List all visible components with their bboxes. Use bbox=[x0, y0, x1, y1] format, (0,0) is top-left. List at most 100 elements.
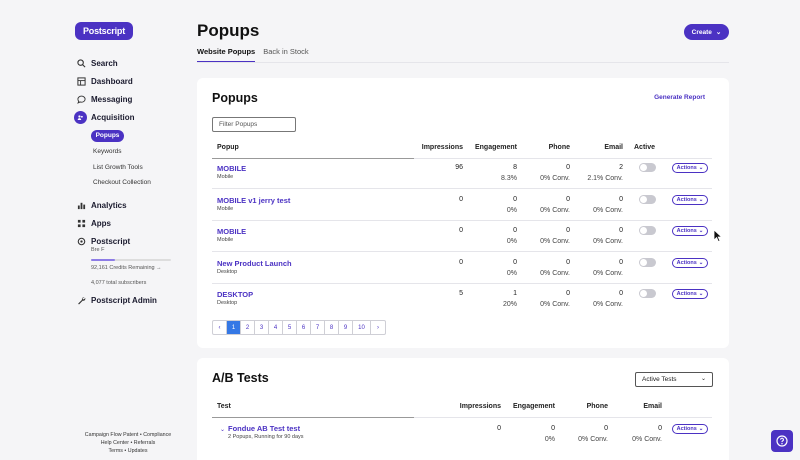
email-conversion: 0% Conv. bbox=[593, 269, 623, 277]
mouse-cursor-icon bbox=[713, 229, 723, 243]
active-toggle[interactable] bbox=[639, 163, 656, 172]
email-conversion: 0% Conv. bbox=[593, 301, 623, 308]
tab-back-in-stock[interactable]: Back in Stock bbox=[263, 47, 308, 63]
engagement-value: 0 0% bbox=[507, 259, 517, 277]
sidebar-item-messaging[interactable]: Messaging bbox=[76, 92, 132, 106]
sidebar-item-acquisition[interactable]: Acquisition bbox=[74, 110, 135, 124]
credits-remaining-link[interactable]: 92,161 Credits Remaining → bbox=[91, 265, 162, 271]
expand-chevron-icon[interactable]: ⌄ bbox=[220, 426, 225, 433]
phone-conversion: 0% Conv. bbox=[540, 269, 570, 277]
sidebar-subitem-keywords[interactable]: Keywords bbox=[93, 148, 122, 155]
actions-button[interactable]: Actions ⌄ bbox=[672, 194, 708, 205]
column-header-impressions[interactable]: Impressions bbox=[460, 403, 501, 410]
ab-tests-filter-select[interactable]: Active Tests ⌄ bbox=[635, 372, 713, 387]
impressions-count: 5 bbox=[459, 290, 463, 297]
pagination-page-6[interactable]: 6 bbox=[297, 321, 311, 334]
phone-conversion: 0% Conv. bbox=[540, 206, 570, 214]
footer-link-referrals[interactable]: Referrals bbox=[134, 440, 156, 446]
popup-name[interactable]: New Product Launch bbox=[217, 259, 292, 268]
popup-name[interactable]: MOBILE bbox=[217, 227, 246, 236]
footer-link-compliance[interactable]: Compliance bbox=[143, 432, 171, 438]
pagination-page-8[interactable]: 8 bbox=[325, 321, 339, 334]
sidebar-item-search[interactable]: Search bbox=[76, 56, 118, 70]
phone-value: 0 0% Conv. bbox=[578, 425, 608, 443]
phone-value: 0 0% Conv. bbox=[540, 164, 570, 182]
engagement-value: 0 0% bbox=[507, 227, 517, 245]
pagination-page-3[interactable]: 3 bbox=[255, 321, 269, 334]
footer-link-updates[interactable]: Updates bbox=[128, 448, 148, 454]
page-tabs: Website Popups Back in Stock bbox=[197, 47, 309, 63]
actions-button[interactable]: Actions ⌄ bbox=[672, 424, 708, 434]
email-count: 0 bbox=[619, 227, 623, 234]
tab-website-popups[interactable]: Website Popups bbox=[197, 47, 256, 63]
actions-button[interactable]: Actions ⌄ bbox=[672, 289, 708, 299]
pagination-prev[interactable]: ‹ bbox=[213, 321, 227, 334]
column-header-email[interactable]: Email bbox=[604, 144, 623, 151]
sidebar-item-apps[interactable]: Apps bbox=[76, 216, 111, 230]
pagination-page-7[interactable]: 7 bbox=[311, 321, 325, 334]
active-toggle[interactable] bbox=[639, 226, 656, 235]
actions-button[interactable]: Actions ⌄ bbox=[672, 257, 708, 268]
footer-links-row-1: Campaign Flow Patent • Compliance bbox=[75, 432, 181, 438]
column-header-test[interactable]: Test bbox=[217, 403, 231, 410]
sidebar-item-postscript-admin[interactable]: Postscript Admin bbox=[76, 293, 157, 307]
pagination-page-1[interactable]: 1 bbox=[227, 321, 241, 334]
column-header-engagement[interactable]: Engagement bbox=[513, 403, 555, 410]
phone-count: 0 bbox=[566, 164, 570, 171]
email-value: 2 2.1% Conv. bbox=[587, 164, 623, 182]
ab-test-name[interactable]: Fondue AB Test test bbox=[228, 424, 300, 433]
engagement-rate: 8.3% bbox=[501, 175, 517, 182]
phone-value: 0 0% Conv. bbox=[540, 290, 570, 308]
email-value: 0 0% Conv. bbox=[593, 290, 623, 308]
pagination-next[interactable]: › bbox=[371, 321, 385, 334]
phone-value: 0 0% Conv. bbox=[540, 196, 570, 214]
column-header-engagement[interactable]: Engagement bbox=[475, 144, 517, 151]
active-toggle[interactable] bbox=[639, 257, 656, 267]
pagination-page-4[interactable]: 4 bbox=[269, 321, 283, 334]
column-header-popup[interactable]: Popup bbox=[217, 144, 239, 151]
help-button[interactable] bbox=[771, 430, 793, 452]
column-header-impressions[interactable]: Impressions bbox=[422, 144, 463, 151]
active-toggle[interactable] bbox=[639, 194, 656, 204]
apps-icon bbox=[76, 218, 86, 228]
sidebar-subitem-list-growth-tools[interactable]: List Growth Tools bbox=[93, 164, 143, 171]
header-divider bbox=[212, 417, 414, 418]
footer-links-row-3: Terms • Updates bbox=[75, 448, 181, 454]
sidebar-item-dashboard[interactable]: Dashboard bbox=[76, 74, 133, 88]
column-header-email[interactable]: Email bbox=[643, 403, 662, 410]
footer-link-help-center[interactable]: Help Center bbox=[101, 440, 129, 446]
create-button-label: Create bbox=[691, 28, 712, 36]
filter-popups-input[interactable]: Filter Popups bbox=[212, 117, 296, 132]
email-conversion: 2.1% Conv. bbox=[587, 175, 623, 182]
footer-link-terms[interactable]: Terms bbox=[109, 448, 123, 454]
subscriber-count: 4,077 total subscribers bbox=[91, 280, 147, 286]
sidebar-subitem-checkout-collection[interactable]: Checkout Collection bbox=[93, 179, 151, 186]
pagination-page-2[interactable]: 2 bbox=[241, 321, 255, 334]
pagination-page-9[interactable]: 9 bbox=[339, 321, 353, 334]
create-button[interactable]: Create ⌄ bbox=[684, 24, 729, 40]
column-header-active[interactable]: Active bbox=[634, 144, 655, 151]
actions-button[interactable]: Actions ⌄ bbox=[672, 163, 708, 173]
pagination-page-10[interactable]: 10 bbox=[353, 321, 371, 334]
help-icon bbox=[776, 435, 788, 447]
popup-name[interactable]: MOBILE v1 jerry test bbox=[217, 196, 290, 205]
acquisition-icon bbox=[74, 110, 87, 124]
phone-conversion: 0% Conv. bbox=[540, 301, 570, 308]
chevron-down-icon: ⌄ bbox=[698, 165, 704, 171]
engagement-value: 0 0% bbox=[507, 196, 517, 214]
column-header-phone[interactable]: Phone bbox=[587, 403, 608, 410]
sidebar-item-analytics[interactable]: Analytics bbox=[76, 198, 127, 212]
email-count: 0 bbox=[658, 425, 662, 432]
popup-name[interactable]: DESKTOP bbox=[217, 290, 253, 299]
sidebar-subitem-popups[interactable]: Popups bbox=[91, 130, 124, 142]
footer-link-campaign-flow-patent[interactable]: Campaign Flow Patent bbox=[85, 432, 139, 438]
popup-name[interactable]: MOBILE bbox=[217, 164, 246, 173]
pagination-page-5[interactable]: 5 bbox=[283, 321, 297, 334]
column-header-phone[interactable]: Phone bbox=[549, 144, 570, 151]
sidebar-item-postscript[interactable]: Postscript bbox=[76, 234, 130, 248]
credits-progress-fill bbox=[91, 259, 115, 261]
generate-report-link[interactable]: Generate Report bbox=[654, 94, 705, 101]
actions-button[interactable]: Actions ⌄ bbox=[672, 226, 708, 236]
active-toggle[interactable] bbox=[639, 289, 656, 298]
postscript-logo[interactable]: Postscript bbox=[75, 22, 133, 40]
